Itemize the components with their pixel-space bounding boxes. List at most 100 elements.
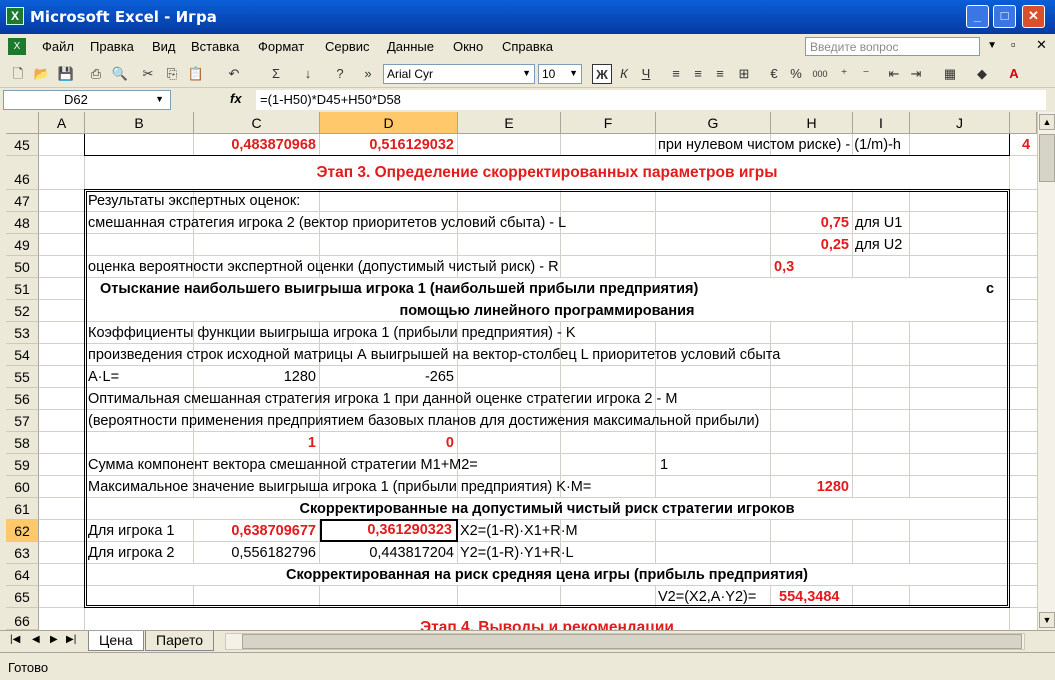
cell-g65[interactable]: V2=(X2,A·Y2)= — [658, 586, 756, 608]
column-header-i[interactable]: I — [853, 112, 910, 134]
percent-icon[interactable]: % — [786, 64, 806, 84]
column-header-b[interactable]: B — [85, 112, 194, 134]
stage3-title[interactable]: Этап 3. Определение скорректированных па… — [85, 162, 1009, 184]
name-box[interactable]: D62 ▼ — [3, 90, 171, 110]
cell-b62[interactable]: Для игрока 1 — [88, 520, 175, 542]
cell-h49[interactable]: 0,25 — [771, 234, 849, 256]
row-header[interactable]: 56 — [6, 388, 39, 410]
spreadsheet-grid[interactable]: A B C D E F G H I J 45 46 47 48 49 50 51… — [6, 112, 1037, 630]
cell-b47[interactable]: Результаты экспертных оценок: — [88, 190, 300, 212]
cell-b53[interactable]: Коэффициенты функции выигрыша игрока 1 (… — [88, 322, 576, 344]
save-icon[interactable]: 💾 — [56, 64, 76, 84]
cell-b60[interactable]: Максимальное значение выигрыша игрока 1 … — [88, 476, 591, 498]
underline-icon[interactable]: Ч — [636, 64, 656, 84]
align-center-icon[interactable]: ≡ — [688, 64, 708, 84]
scroll-thumb[interactable] — [242, 634, 1022, 649]
menu-insert[interactable]: Вставка — [191, 39, 239, 54]
cell-d55[interactable]: -265 — [320, 366, 454, 388]
borders-icon[interactable]: ▦ — [940, 64, 960, 84]
cell-b59[interactable]: Сумма компонент вектора смешанной страте… — [88, 454, 478, 476]
prev-sheet-icon[interactable]: ◀ — [32, 634, 40, 645]
restore-doc-icon[interactable]: ▫ — [1011, 37, 1016, 52]
column-header-f[interactable]: F — [561, 112, 656, 134]
sort-icon[interactable]: ↓ — [298, 64, 318, 84]
fill-color-icon[interactable]: ◆ — [972, 64, 992, 84]
cell-b52[interactable]: помощью линейного программирования — [85, 300, 1009, 322]
last-sheet-icon[interactable]: ▶| — [66, 634, 76, 645]
align-left-icon[interactable]: ≡ — [666, 64, 686, 84]
help-icon[interactable]: ? — [330, 64, 350, 84]
fx-icon[interactable]: fx — [230, 91, 242, 106]
column-header-g[interactable]: G — [656, 112, 771, 134]
row-header[interactable]: 61 — [6, 498, 39, 520]
close-doc-icon[interactable]: ✕ — [1036, 37, 1047, 53]
row-header[interactable]: 48 — [6, 212, 39, 234]
outdent-icon[interactable]: ⇤ — [884, 64, 904, 84]
row-header[interactable]: 65 — [6, 586, 39, 608]
cell-b64[interactable]: Скорректированная на риск средняя цена и… — [85, 564, 1009, 586]
column-header-d[interactable]: D — [320, 112, 458, 134]
row-header[interactable]: 51 — [6, 278, 39, 300]
cell-b57[interactable]: (вероятности применения предприятием баз… — [88, 410, 759, 432]
open-icon[interactable]: 📂 — [32, 64, 52, 84]
cell-k45[interactable]: 4 — [1022, 134, 1030, 156]
chevron-down-icon[interactable]: ▼ — [987, 40, 997, 51]
help-search-input[interactable]: Введите вопрос ▼ — [805, 37, 997, 56]
sheet-tab-pareto[interactable]: Парето — [145, 631, 214, 651]
cell-b50[interactable]: оценка вероятности экспертной оценки (до… — [88, 256, 559, 278]
formula-input[interactable]: =(1-H50)*D45+H50*D58 — [256, 90, 1046, 110]
copy-icon[interactable]: ⎘ — [162, 64, 182, 84]
stage4-title[interactable]: Этап 4. Выводы и рекомендации — [85, 617, 1009, 630]
print-icon[interactable]: ⎙ — [86, 64, 106, 84]
merge-icon[interactable]: ⊞ — [734, 64, 754, 84]
row-header[interactable]: 58 — [6, 432, 39, 454]
cell-g59[interactable]: 1 — [660, 454, 668, 476]
row-header[interactable]: 66 — [6, 608, 39, 630]
horizontal-scrollbar[interactable] — [225, 633, 1025, 650]
cell-b48[interactable]: смешанная стратегия игрока 2 (вектор при… — [88, 212, 566, 234]
cell-g45[interactable]: при нулевом чистом риске) - (1/m)-h — [658, 134, 901, 156]
row-header[interactable]: 54 — [6, 344, 39, 366]
menu-file[interactable]: Файл — [42, 39, 74, 54]
row-header[interactable]: 57 — [6, 410, 39, 432]
workbook-icon[interactable]: X — [8, 38, 26, 55]
scroll-thumb[interactable] — [1039, 134, 1055, 182]
column-header-j[interactable]: J — [910, 112, 1010, 134]
minimize-button[interactable]: _ — [966, 5, 989, 28]
cell-b55[interactable]: A·L= — [88, 366, 119, 388]
first-sheet-icon[interactable]: |◀ — [10, 634, 20, 645]
cut-icon[interactable]: ✂ — [138, 64, 158, 84]
bold-icon[interactable]: Ж — [592, 64, 612, 84]
next-sheet-icon[interactable]: ▶ — [50, 634, 58, 645]
menu-help[interactable]: Справка — [502, 39, 553, 54]
cell-e63[interactable]: Y2=(1-R)·Y1+R·L — [460, 542, 574, 564]
row-header[interactable]: 46 — [6, 156, 39, 190]
row-header[interactable]: 52 — [6, 300, 39, 322]
vertical-scrollbar[interactable]: ▲ ▼ — [1037, 112, 1055, 630]
close-button[interactable]: ✕ — [1022, 5, 1045, 28]
row-header[interactable]: 55 — [6, 366, 39, 388]
cell-i49[interactable]: для U2 — [855, 234, 902, 256]
menu-format[interactable]: Формат — [258, 39, 304, 54]
cell-b56[interactable]: Оптимальная смешанная стратегия игрока 1… — [88, 388, 677, 410]
row-header[interactable]: 60 — [6, 476, 39, 498]
cell-h48[interactable]: 0,75 — [771, 212, 849, 234]
menu-view[interactable]: Вид — [152, 39, 176, 54]
preview-icon[interactable]: 🔍 — [110, 64, 130, 84]
menu-tools[interactable]: Сервис — [325, 39, 370, 54]
cell-d58[interactable]: 0 — [320, 432, 454, 454]
row-header[interactable]: 53 — [6, 322, 39, 344]
cell-d62-active[interactable]: 0,361290323 — [320, 519, 458, 542]
more-icon[interactable]: » — [358, 64, 378, 84]
decrease-decimal-icon[interactable]: ⁻ — [856, 64, 876, 84]
cell-c45[interactable]: 0,483870968 — [194, 134, 316, 156]
cell-b54[interactable]: произведения строк исходной матрицы А вы… — [88, 344, 780, 366]
thousands-icon[interactable]: 000 — [810, 64, 830, 84]
row-header[interactable]: 63 — [6, 542, 39, 564]
row-header[interactable]: 49 — [6, 234, 39, 256]
menu-edit[interactable]: Правка — [90, 39, 134, 54]
cell-b61[interactable]: Скорректированные на допустимый чистый р… — [85, 498, 1009, 520]
currency-icon[interactable]: € — [764, 64, 784, 84]
cell-b63[interactable]: Для игрока 2 — [88, 542, 175, 564]
cell-c55[interactable]: 1280 — [194, 366, 316, 388]
